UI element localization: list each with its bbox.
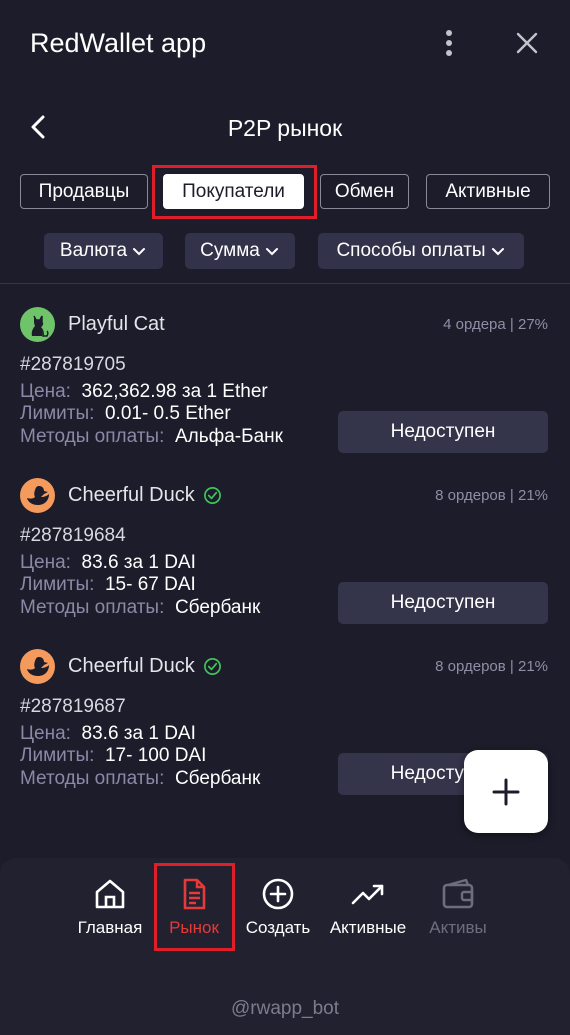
chevron-down-icon [491,248,504,256]
close-icon[interactable] [512,28,542,58]
nav-item-active[interactable]: Активные [322,876,414,946]
nav-label: Активные [329,918,407,937]
order-methods: Методы оплаты: Сбербанк [20,768,261,789]
divider [0,283,570,284]
duck-icon [27,486,49,505]
tab-sellers[interactable]: Продавцы [20,174,148,209]
order-id: #287819705 [20,354,126,375]
currency-filter-label: Валюта [59,240,128,261]
home-icon [95,879,125,909]
trader-name[interactable]: Cheerful Duck [68,484,222,507]
trader-name[interactable]: Playful Cat [68,313,165,336]
verified-icon [203,658,221,675]
document-icon [183,878,206,910]
tab-active[interactable]: Активные [426,174,550,209]
more-options-icon[interactable] [436,30,462,60]
app-title: RedWallet app [30,28,207,58]
nav-label: Главная [77,918,143,937]
unavailable-button[interactable]: Недоступен [338,411,548,453]
order-limits: Лимиты: 17- 100 DAI [20,745,207,766]
currency-filter[interactable]: Валюта [44,233,163,269]
nav-item-home[interactable]: Главная [64,876,156,946]
cat-icon [31,315,49,337]
amount-filter[interactable]: Сумма [185,233,295,269]
amount-filter-label: Сумма [200,240,260,261]
order-limits: Лимиты: 15- 67 DAI [20,574,196,595]
plus-circle-icon [262,878,294,910]
order-methods: Методы оплаты: Сбербанк [20,597,261,618]
trending-up-icon [351,884,384,905]
verified-icon [203,487,221,504]
top-bar: RedWallet app [0,0,570,90]
avatar [20,649,55,684]
wallet-icon [442,878,474,909]
tab-buyers[interactable]: Покупатели [163,174,304,209]
duck-icon [27,657,49,676]
page-header: P2P рынок [0,100,570,156]
plus-icon [492,778,520,805]
trader-name[interactable]: Cheerful Duck [68,655,222,678]
market-tabs: Продавцы Покупатели Обмен Активные [0,165,570,219]
payment-methods-filter-label: Способы оплаты [336,240,486,261]
order-id: #287819687 [20,696,126,717]
bot-handle[interactable]: @rwapp_bot [0,998,570,1020]
nav-label: Активы [429,918,487,937]
chevron-down-icon [265,248,278,256]
trader-stats: 8 ордеров | 21% [435,487,548,504]
bottom-navigation: Главная Рынок Создать Активные Активы @r… [0,858,570,1035]
filter-bar: Валюта Сумма Способы оплаты [0,233,570,269]
tab-exchange[interactable]: Обмен [320,174,409,209]
unavailable-button[interactable]: Недоступен [338,582,548,624]
nav-item-market[interactable]: Рынок [148,876,240,946]
add-order-button[interactable] [464,750,548,833]
order-id: #287819684 [20,525,126,546]
chevron-down-icon [133,248,146,256]
page-title: P2P рынок [227,115,343,141]
avatar [20,478,55,513]
nav-label: Рынок [169,918,219,937]
avatar [20,307,55,342]
order-price: Цена: 362,362.98 за 1 Ether [20,381,268,402]
order-methods: Методы оплаты: Альфа-Банк [20,426,283,447]
order-price: Цена: 83.6 за 1 DAI [20,723,196,744]
order-limits: Лимиты: 0.01- 0.5 Ether [20,403,231,424]
nav-item-assets[interactable]: Активы [412,876,504,946]
nav-item-create[interactable]: Создать [232,876,324,946]
nav-label: Создать [245,918,311,937]
trader-stats: 8 ордеров | 21% [435,658,548,675]
order-price: Цена: 83.6 за 1 DAI [20,552,196,573]
order-card: Cheerful Duck 8 ордеров | 21% #287819684… [0,478,570,648]
order-card: Playful Cat 4 ордера | 27% #287819705 Це… [0,307,570,477]
payment-methods-filter[interactable]: Способы оплаты [318,233,524,269]
trader-stats: 4 ордера | 27% [443,316,548,333]
